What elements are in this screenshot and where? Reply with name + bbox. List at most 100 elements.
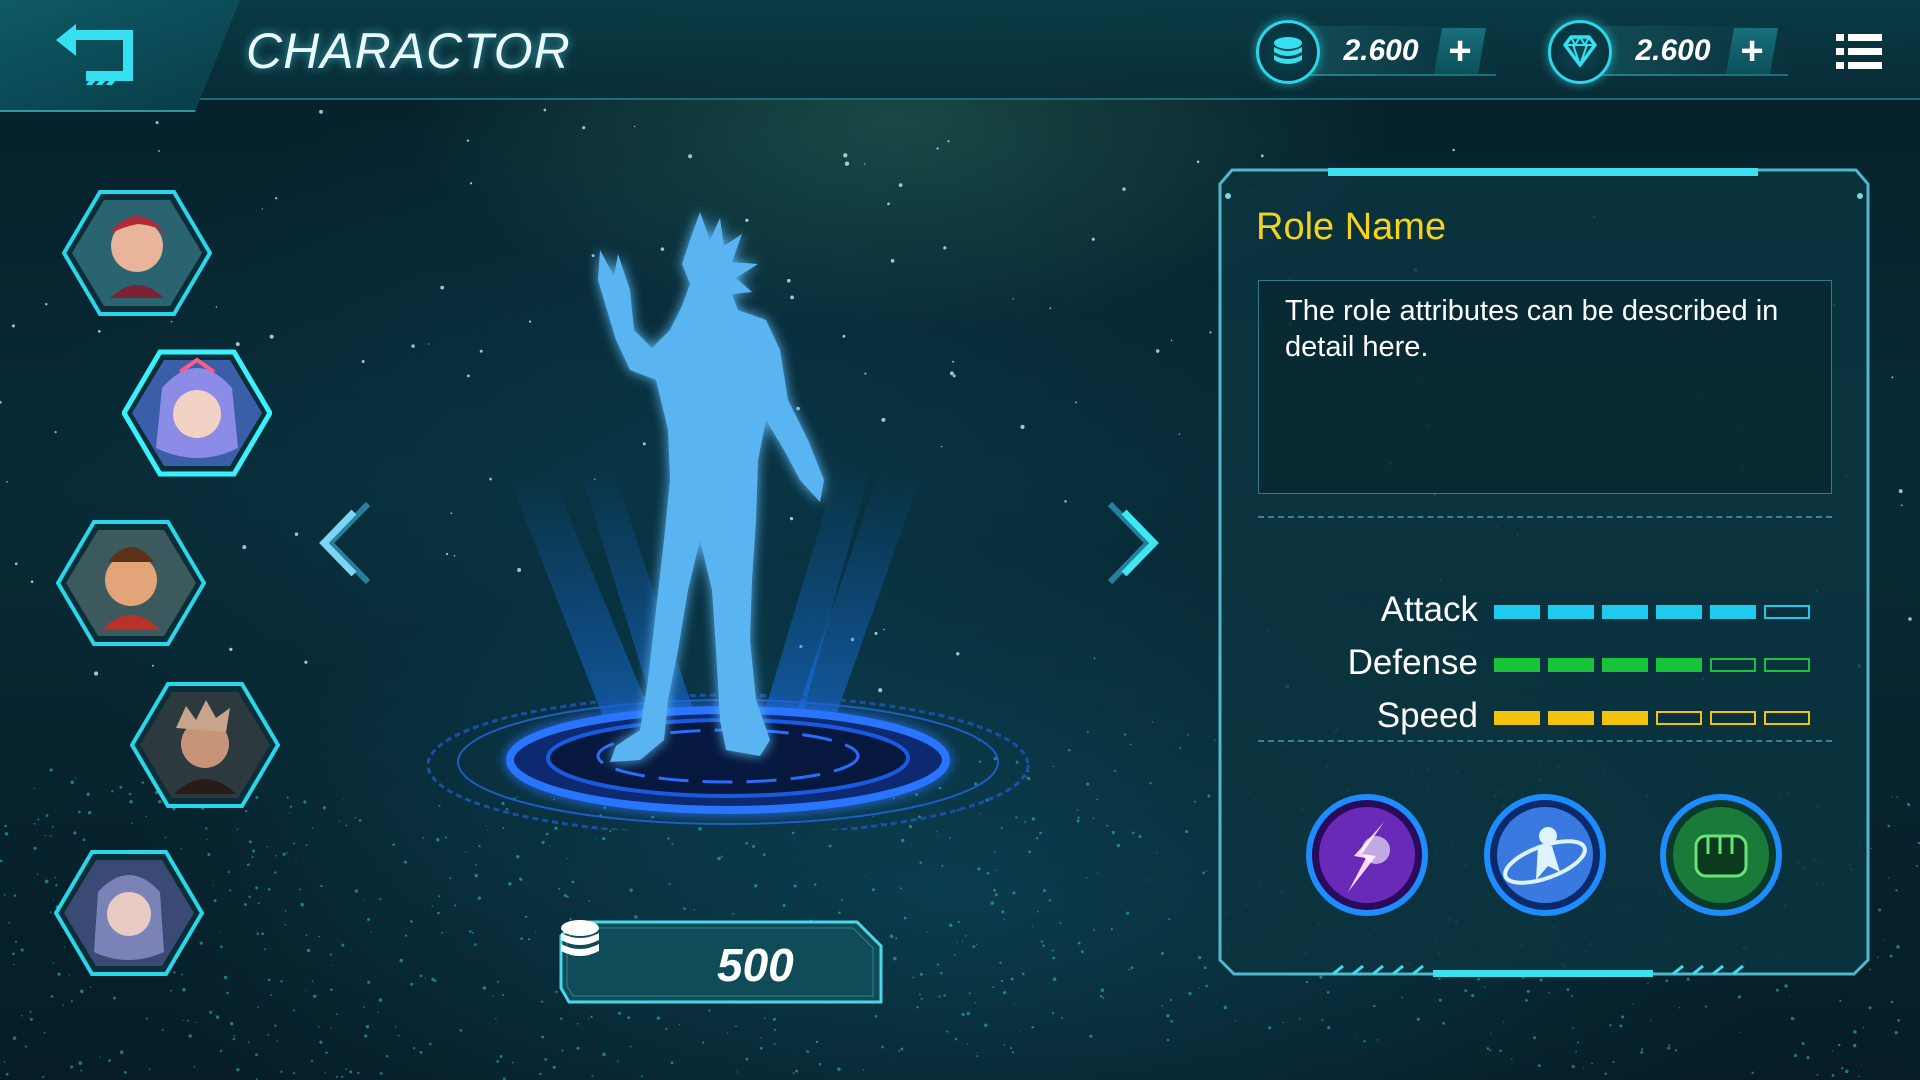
skill-1-button[interactable] <box>1304 792 1430 918</box>
dust-particle <box>1526 989 1530 993</box>
coin-stack-icon <box>1256 20 1320 84</box>
skill-2-button[interactable] <box>1482 792 1608 918</box>
menu-button[interactable] <box>1836 32 1882 72</box>
dust-particle <box>745 842 748 845</box>
dust-particle <box>813 883 817 886</box>
dust-particle <box>1442 1021 1445 1025</box>
dust-particle <box>398 1034 400 1037</box>
dust-particle <box>280 1070 283 1073</box>
dust-particle <box>148 1068 151 1070</box>
dust-particle <box>1525 999 1528 1002</box>
character-portrait <box>53 850 205 976</box>
dust-particle <box>1207 794 1211 798</box>
dust-particle <box>495 1018 497 1020</box>
dust-particle <box>310 1059 314 1062</box>
star-particle <box>45 303 48 306</box>
chevron-left-icon <box>319 501 371 585</box>
dust-particle <box>871 888 875 892</box>
dust-particle <box>1198 955 1202 960</box>
dust-particle <box>182 1019 184 1022</box>
dust-particle <box>587 1018 590 1020</box>
dust-particle <box>161 1029 164 1032</box>
dust-particle <box>13 963 15 966</box>
roster-character-2-selected[interactable] <box>121 348 273 478</box>
add-diamonds-button[interactable]: + <box>1726 28 1778 74</box>
add-coins-button[interactable]: + <box>1434 28 1486 74</box>
dust-particle <box>544 1057 548 1061</box>
back-button[interactable] <box>50 18 140 88</box>
dust-particle <box>392 843 395 846</box>
dust-particle <box>1499 1049 1502 1053</box>
dust-particle <box>881 1045 884 1049</box>
dust-particle <box>1609 1024 1612 1027</box>
buy-character-button[interactable]: 500 <box>557 918 885 1006</box>
dust-particle <box>1077 941 1081 945</box>
previous-character-button[interactable] <box>318 498 378 588</box>
dust-particle <box>1151 721 1154 723</box>
dust-particle <box>251 856 254 859</box>
dust-particle <box>1860 1063 1862 1065</box>
dust-particle <box>1166 1038 1170 1042</box>
dust-particle <box>4 824 7 828</box>
stat-segment-filled <box>1710 605 1756 619</box>
stat-segment-filled <box>1602 711 1648 725</box>
dust-particle <box>336 1075 338 1078</box>
stat-segment-filled <box>1494 711 1540 725</box>
dust-particle <box>1011 1051 1014 1054</box>
dust-particle <box>320 884 323 888</box>
dust-particle <box>256 932 259 935</box>
roster-character-5[interactable] <box>53 848 205 978</box>
dust-particle <box>264 948 266 950</box>
dust-particle <box>469 930 472 933</box>
dust-particle <box>318 1026 320 1028</box>
dust-particle <box>1131 831 1135 835</box>
dust-particle <box>1894 1031 1898 1035</box>
role-description-text: The role attributes can be described in … <box>1285 295 1779 363</box>
dust-particle <box>1897 1019 1900 1022</box>
dust-particle <box>24 1045 28 1048</box>
dust-particle <box>549 845 551 847</box>
dust-particle <box>80 1069 83 1072</box>
dust-particle <box>276 1040 279 1042</box>
dust-particle <box>1511 1058 1513 1060</box>
dust-particle <box>1076 809 1079 811</box>
dust-particle <box>1014 1003 1016 1006</box>
dust-particle <box>292 1009 295 1012</box>
dust-particle <box>433 979 437 983</box>
dust-particle <box>1130 966 1134 970</box>
roster-character-4[interactable] <box>129 680 281 810</box>
dust-particle <box>1003 1043 1006 1046</box>
dust-particle <box>1086 876 1088 879</box>
dust-particle <box>438 895 441 898</box>
dust-particle <box>354 889 358 893</box>
stat-segment-empty <box>1764 658 1810 672</box>
dust-particle <box>1059 922 1062 925</box>
dust-particle <box>111 790 114 793</box>
coin-amount: 2.600 <box>1343 34 1419 67</box>
dust-particle <box>252 849 256 853</box>
dust-particle <box>1156 852 1158 854</box>
dust-particle <box>284 910 287 912</box>
star-particle <box>294 532 299 536</box>
coin-counter: 2.600 + <box>1256 20 1506 84</box>
dust-particle <box>1205 984 1208 988</box>
dust-particle <box>1093 929 1096 932</box>
dust-particle <box>1887 824 1891 828</box>
skill-3-button[interactable] <box>1658 792 1784 918</box>
roster-character-3[interactable] <box>55 518 207 648</box>
orbit-dash-skill-icon <box>1484 794 1606 916</box>
dust-particle <box>1619 1024 1623 1028</box>
roster-character-1[interactable] <box>61 188 213 318</box>
dust-particle <box>80 989 84 994</box>
stat-label: Attack <box>1380 590 1478 629</box>
star-particle <box>215 306 218 308</box>
dust-particle <box>49 834 52 837</box>
dust-particle <box>478 844 481 848</box>
section-divider <box>1258 516 1832 518</box>
dust-particle <box>255 886 259 890</box>
dust-particle <box>1806 1056 1810 1060</box>
dust-particle <box>419 1051 423 1054</box>
dust-particle <box>1327 1026 1331 1030</box>
dust-particle <box>926 931 928 933</box>
next-character-button[interactable] <box>1100 498 1160 588</box>
